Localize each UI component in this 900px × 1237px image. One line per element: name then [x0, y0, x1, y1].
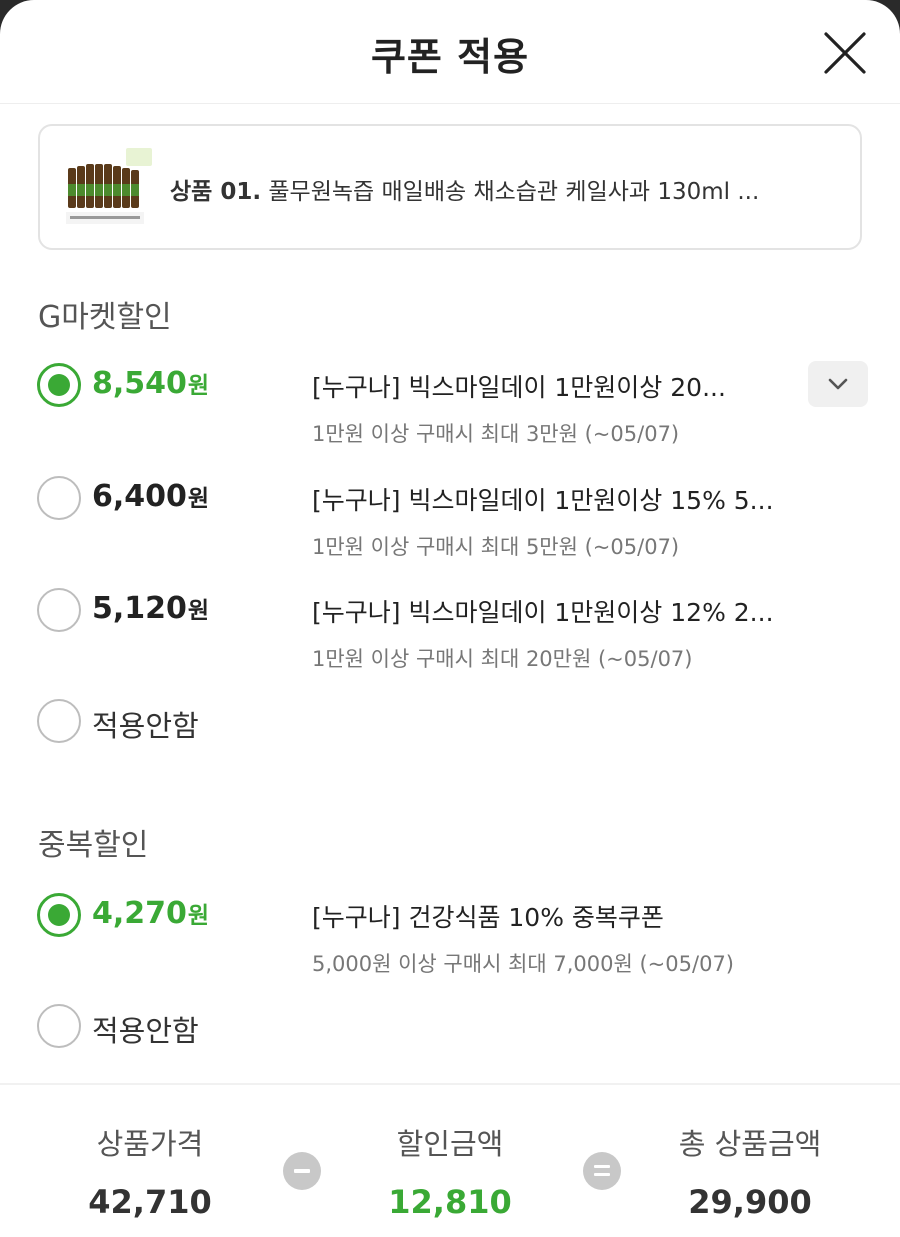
product-price-column: 상품가격 42,710	[60, 1121, 240, 1221]
discount-amount: 4,270원	[92, 896, 210, 931]
minus-icon	[283, 1152, 321, 1190]
coupon-description: 5,000원 이상 구매시 최대 7,000원 (~05/07)	[312, 952, 734, 976]
coupon-name: [누구나] 건강식품 10% 중복쿠폰	[312, 903, 664, 932]
coupon-sheet: 쿠폰 적용 상품 01. 풀무원녹즙 매일배송 채소습관 케일사과 130ml …	[0, 0, 900, 1237]
discount-column: 할인금액 12,810	[360, 1121, 540, 1221]
expand-button[interactable]	[808, 361, 868, 407]
discount-value: 12,810	[388, 1183, 512, 1221]
product-name: 풀무원녹즙 매일배송 채소습관 케일사과 130ml ...	[268, 179, 760, 205]
coupon-option[interactable]: 6,400원 [누구나] 빅스마일데이 1만원이상 15% 5... 1만원 이…	[0, 463, 900, 559]
gmarket-discount-title: G마켓할인	[38, 300, 172, 335]
header: 쿠폰 적용	[0, 0, 900, 104]
no-coupon-label: 적용안함	[92, 709, 199, 743]
no-coupon-option[interactable]: 적용안함	[0, 686, 900, 756]
coupon-option[interactable]: 8,540원 [누구나] 빅스마일데이 1만원이상 20... 1만원 이상 구…	[0, 350, 900, 446]
radio-unselected[interactable]	[37, 699, 81, 743]
duplicate-discount-title: 중복할인	[38, 828, 149, 863]
coupon-option[interactable]: 5,120원 [누구나] 빅스마일데이 1만원이상 12% 2... 1만원 이…	[0, 575, 900, 671]
no-coupon-label: 적용안함	[92, 1014, 199, 1048]
chevron-down-icon	[828, 378, 848, 390]
no-coupon-option[interactable]: 적용안함	[0, 991, 900, 1061]
coupon-name: [누구나] 빅스마일데이 1만원이상 20...	[312, 373, 726, 402]
product-price-label: 상품가격	[96, 1127, 204, 1161]
price-summary: 상품가격 42,710 할인금액 12,810 총 상품금액 29,900	[0, 1083, 900, 1237]
radio-selected[interactable]	[37, 893, 81, 937]
coupon-description: 1만원 이상 구매시 최대 5만원 (~05/07)	[312, 535, 680, 559]
product-price-value: 42,710	[88, 1183, 212, 1221]
close-icon	[824, 32, 866, 74]
radio-unselected[interactable]	[37, 476, 81, 520]
equals-icon	[583, 1152, 621, 1190]
coupon-option[interactable]: 4,270원 [누구나] 건강식품 10% 중복쿠폰 5,000원 이상 구매시…	[0, 880, 900, 976]
discount-amount: 5,120원	[92, 591, 210, 626]
radio-unselected[interactable]	[37, 588, 81, 632]
total-label: 총 상품금액	[678, 1127, 822, 1161]
coupon-name: [누구나] 빅스마일데이 1만원이상 15% 5...	[312, 486, 774, 515]
total-value: 29,900	[688, 1183, 812, 1221]
product-thumbnail	[64, 144, 156, 234]
page-title: 쿠폰 적용	[370, 35, 530, 79]
total-column: 총 상품금액 29,900	[650, 1121, 850, 1221]
product-title: 상품 01. 풀무원녹즙 매일배송 채소습관 케일사과 130ml ...	[170, 172, 759, 206]
discount-label: 할인금액	[396, 1127, 504, 1161]
product-card: 상품 01. 풀무원녹즙 매일배송 채소습관 케일사과 130ml ...	[38, 124, 862, 250]
coupon-name: [누구나] 빅스마일데이 1만원이상 12% 2...	[312, 598, 774, 627]
coupon-description: 1만원 이상 구매시 최대 20만원 (~05/07)	[312, 647, 693, 671]
radio-unselected[interactable]	[37, 1004, 81, 1048]
discount-amount: 6,400원	[92, 479, 210, 514]
radio-selected[interactable]	[37, 363, 81, 407]
product-number: 상품 01.	[170, 179, 262, 205]
coupon-description: 1만원 이상 구매시 최대 3만원 (~05/07)	[312, 422, 680, 446]
discount-amount: 8,540원	[92, 366, 210, 401]
close-button[interactable]	[818, 26, 872, 80]
